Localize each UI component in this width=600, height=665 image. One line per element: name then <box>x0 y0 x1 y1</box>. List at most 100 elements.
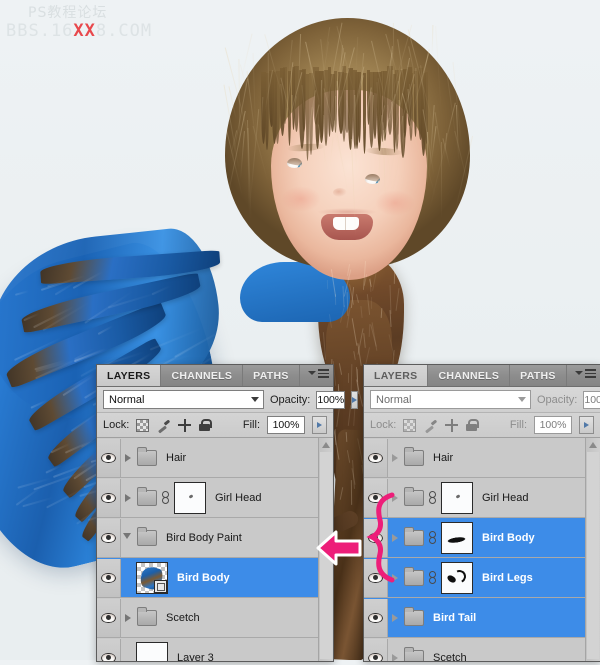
layer-row[interactable]: Hair <box>97 438 333 478</box>
chevron-right-icon <box>392 614 398 622</box>
chevron-down-icon <box>308 371 316 375</box>
layer-disclosure-toggle[interactable] <box>388 494 398 502</box>
layer-row[interactable]: Bird Legs <box>364 558 600 598</box>
tab-channels[interactable]: CHANNELS <box>428 365 510 386</box>
layer-visibility-toggle[interactable] <box>364 519 388 557</box>
layer-visibility-toggle[interactable] <box>97 439 121 477</box>
link-icon[interactable] <box>429 571 436 585</box>
layer-row[interactable]: Girl Head <box>97 478 333 518</box>
layer-visibility-toggle[interactable] <box>364 439 388 477</box>
layer-disclosure-toggle[interactable] <box>388 574 398 582</box>
opacity-input[interactable]: 100% <box>316 391 345 409</box>
fill-stepper[interactable] <box>312 416 327 434</box>
folder-icon <box>404 490 424 506</box>
fill-input[interactable]: 100% <box>534 416 572 434</box>
layer-name: Bird Body <box>177 572 230 584</box>
lock-row: Lock: Fill: 100% <box>364 413 600 438</box>
layer-name: Bird Tail <box>433 612 476 624</box>
layer-disclosure-toggle[interactable] <box>121 533 131 543</box>
layer-row[interactable]: Scetch <box>97 598 333 638</box>
girl-nose <box>333 188 347 197</box>
lock-transparent-pixels-icon[interactable] <box>403 419 416 432</box>
panel-tabbar: LAYERS CHANNELS PATHS <box>364 365 600 387</box>
fill-label: Fill: <box>510 419 527 431</box>
panel-menu-button[interactable] <box>308 369 329 378</box>
layer-row[interactable]: Layer 3 <box>97 638 333 661</box>
layer-row[interactable]: Bird Body Paint <box>97 518 333 558</box>
layer-list: Hair Girl Head Bird Body Paint Bird Body Sce… <box>97 438 333 661</box>
layer-disclosure-toggle[interactable] <box>388 454 398 462</box>
layer-row[interactable]: Scetch <box>364 638 600 661</box>
blend-mode-select[interactable]: Normal <box>103 390 264 409</box>
layer-row[interactable]: Bird Body <box>97 558 333 598</box>
link-icon[interactable] <box>429 491 436 505</box>
lock-image-pixels-icon[interactable] <box>424 419 437 432</box>
panel-menu-button[interactable] <box>575 369 596 378</box>
layer-disclosure-toggle[interactable] <box>121 614 131 622</box>
lock-label: Lock: <box>370 419 396 431</box>
layer-list-scrollbar[interactable] <box>585 438 600 661</box>
layer-visibility-toggle[interactable] <box>97 639 121 662</box>
lock-transparent-pixels-icon[interactable] <box>136 419 149 432</box>
tab-paths[interactable]: PATHS <box>510 365 567 386</box>
layer-mask-thumbnail[interactable] <box>441 522 473 554</box>
layer-name: Girl Head <box>482 492 528 504</box>
hair-strand <box>432 25 434 55</box>
layer-row[interactable]: Hair <box>364 438 600 478</box>
tab-channels[interactable]: CHANNELS <box>161 365 243 386</box>
opacity-stepper[interactable] <box>351 391 358 409</box>
layer-disclosure-toggle[interactable] <box>388 534 398 542</box>
folder-icon <box>137 610 157 626</box>
scroll-up-arrow-icon[interactable] <box>589 442 597 448</box>
layer-name: Bird Body <box>482 532 535 544</box>
layer-visibility-toggle[interactable] <box>97 559 121 597</box>
layer-disclosure-toggle[interactable] <box>388 614 398 622</box>
lock-row: Lock: Fill: 100% <box>97 413 333 438</box>
layer-visibility-toggle[interactable] <box>364 479 388 517</box>
lock-position-icon[interactable] <box>445 419 458 432</box>
layer-disclosure-toggle[interactable] <box>121 494 131 502</box>
layer-row[interactable]: Bird Tail <box>364 598 600 638</box>
layer-visibility-toggle[interactable] <box>364 639 388 662</box>
chevron-right-icon <box>392 574 398 582</box>
opacity-input[interactable]: 100% <box>583 391 600 409</box>
fill-input[interactable]: 100% <box>267 416 305 434</box>
layer-thumbnail[interactable] <box>136 642 168 662</box>
scrollbar-track[interactable] <box>587 452 599 659</box>
lock-all-icon[interactable] <box>466 419 477 431</box>
layer-list-scrollbar[interactable] <box>318 438 333 661</box>
layers-panel-left[interactable]: LAYERS CHANNELS PATHS Normal Opacity: 100% Loc… <box>96 364 334 662</box>
layer-mask-thumbnail[interactable] <box>441 562 473 594</box>
layer-disclosure-toggle[interactable] <box>121 454 131 462</box>
layer-visibility-toggle[interactable] <box>97 599 121 637</box>
lock-image-pixels-icon[interactable] <box>157 419 170 432</box>
blend-mode-row: Normal Opacity: 100% <box>97 387 333 413</box>
lock-all-icon[interactable] <box>199 419 210 431</box>
layer-row[interactable]: Bird Body <box>364 518 600 558</box>
opacity-label: Opacity: <box>537 394 577 406</box>
blend-mode-select[interactable]: Normal <box>370 390 531 409</box>
scrollbar-track[interactable] <box>320 452 332 659</box>
link-icon[interactable] <box>162 491 169 505</box>
layers-panel-right[interactable]: LAYERSCHANNELSPATHSNormalOpacity:100%Loc… <box>363 364 600 662</box>
layer-mask-thumbnail[interactable] <box>174 482 206 514</box>
layer-visibility-toggle[interactable] <box>97 519 121 557</box>
fill-stepper[interactable] <box>579 416 594 434</box>
scroll-up-arrow-icon[interactable] <box>322 442 330 448</box>
blend-mode-row: Normal Opacity: 100% <box>364 387 600 413</box>
tab-layers[interactable]: LAYERS <box>97 365 161 386</box>
layer-visibility-toggle[interactable] <box>364 559 388 597</box>
tab-layers[interactable]: LAYERS <box>364 365 428 386</box>
chevron-right-icon <box>125 494 131 502</box>
lock-position-icon[interactable] <box>178 419 191 432</box>
layer-row[interactable]: Girl Head <box>364 478 600 518</box>
mask-stroke <box>446 535 468 544</box>
chevron-down-icon <box>518 397 526 402</box>
link-icon[interactable] <box>429 531 436 545</box>
tab-paths[interactable]: PATHS <box>243 365 300 386</box>
layer-visibility-toggle[interactable] <box>97 479 121 517</box>
layer-mask-thumbnail[interactable] <box>441 482 473 514</box>
layer-thumbnail[interactable] <box>136 562 168 594</box>
eye-icon <box>368 573 383 583</box>
layer-visibility-toggle[interactable] <box>364 599 388 637</box>
